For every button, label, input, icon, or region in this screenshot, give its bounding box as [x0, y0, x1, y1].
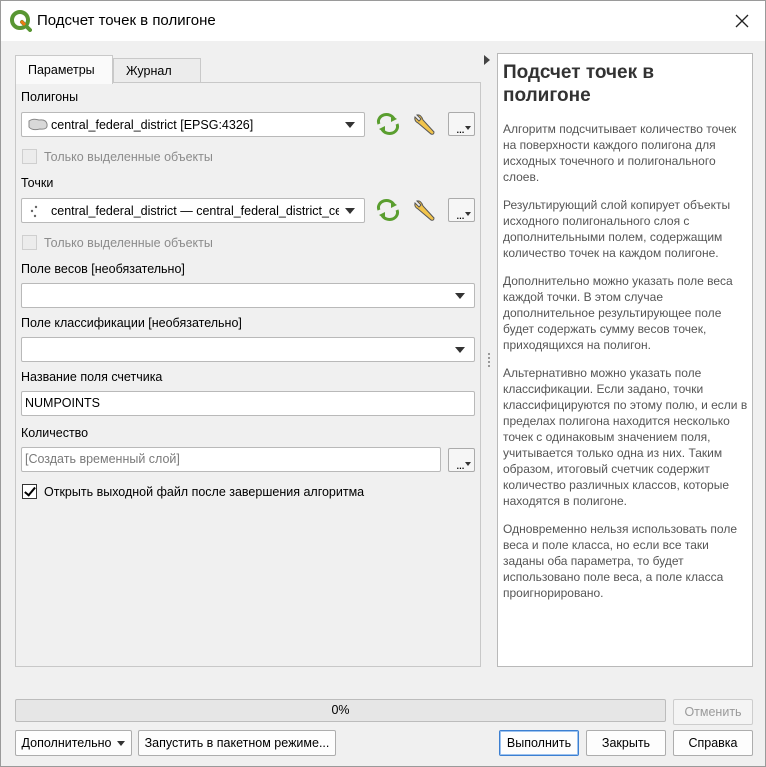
- close-icon: [735, 14, 749, 28]
- output-file-input[interactable]: [Создать временный слой]: [21, 447, 441, 472]
- help-paragraph: Альтернативно можно указать поле классиф…: [503, 366, 748, 508]
- help-button[interactable]: Справка: [673, 730, 753, 756]
- class-field-label: Поле классификации [необязательно]: [21, 316, 242, 330]
- qgis-logo-icon: [10, 10, 32, 32]
- chevron-down-icon: [345, 121, 355, 128]
- help-paragraph: Алгоритм подсчитывает количество точек н…: [503, 122, 737, 184]
- advanced-button-label: Дополнительно: [21, 736, 112, 750]
- open-output-label: Открыть выходной файл после завершения а…: [44, 484, 365, 499]
- points-selected-only-label: Только выделенные объекты: [44, 235, 213, 250]
- point-layer-icon: [30, 205, 38, 217]
- polygons-selected-only-checkbox[interactable]: [22, 149, 37, 164]
- progress-label: 0%: [331, 703, 350, 717]
- polygons-layer-combo[interactable]: central_federal_district [EPSG:4326]: [21, 112, 365, 137]
- chevron-down-icon: [465, 212, 471, 216]
- browse-label: ...: [456, 207, 465, 222]
- iterate-icon[interactable]: [374, 197, 402, 223]
- help-paragraph: Результирующий слой копирует объекты исх…: [503, 198, 731, 260]
- wrench-icon[interactable]: [411, 197, 439, 223]
- polygons-options-button[interactable]: ...: [448, 112, 475, 136]
- title-bar: Подсчет точек в полигоне: [1, 1, 765, 41]
- help-panel: Подсчет точек в полигоне Алгоритм подсчи…: [497, 53, 753, 667]
- count-field-input[interactable]: NUMPOINTS: [21, 391, 475, 416]
- open-output-row: Открыть выходной файл после завершения а…: [22, 484, 364, 499]
- open-output-checkbox[interactable]: [22, 484, 37, 499]
- dialog-window: Подсчет точек в полигоне Параметры Журна…: [0, 0, 766, 767]
- output-browse-button[interactable]: ...: [448, 448, 475, 472]
- browse-label: ...: [456, 121, 465, 136]
- count-field-label: Название поля счетчика: [21, 370, 163, 384]
- chevron-down-icon: [117, 741, 126, 747]
- progress-bar: 0%: [15, 699, 666, 722]
- iterate-icon[interactable]: [374, 111, 402, 137]
- polygons-selected-only-label: Только выделенные объекты: [44, 149, 213, 164]
- points-label: Точки: [21, 176, 54, 190]
- polygon-layer-icon: [28, 118, 48, 130]
- browse-label: ...: [456, 457, 465, 472]
- cancel-button[interactable]: Отменить: [673, 699, 753, 725]
- chevron-down-icon: [465, 126, 471, 130]
- polygons-layer-value: central_federal_district [EPSG:4326]: [51, 117, 254, 132]
- collapse-help-icon[interactable]: [484, 55, 490, 65]
- weight-field-combo[interactable]: [21, 283, 475, 308]
- class-field-combo[interactable]: [21, 337, 475, 362]
- advanced-button[interactable]: Дополнительно: [15, 730, 132, 756]
- chevron-down-icon: [345, 207, 355, 214]
- help-title: Подсчет точек в полигоне: [503, 62, 655, 106]
- polygons-selected-only: Только выделенные объекты: [22, 149, 213, 164]
- output-label: Количество: [21, 426, 89, 440]
- polygons-label: Полигоны: [21, 90, 79, 104]
- batch-process-button[interactable]: Запустить в пакетном режиме...: [138, 730, 336, 756]
- tab-log[interactable]: Журнал: [113, 58, 201, 83]
- help-paragraph: Дополнительно можно указать поле веса ка…: [503, 274, 733, 352]
- help-paragraph: Одновременно нельзя использовать поле ве…: [503, 522, 737, 600]
- splitter-handle[interactable]: [488, 353, 490, 369]
- tab-parameters[interactable]: Параметры: [15, 55, 113, 84]
- chevron-down-icon: [455, 346, 465, 353]
- points-layer-combo[interactable]: central_federal_district — central_feder…: [21, 198, 365, 223]
- parameters-panel: Полигоны central_federal_district [EPSG:…: [15, 82, 481, 667]
- close-button[interactable]: Закрыть: [586, 730, 666, 756]
- run-button[interactable]: Выполнить: [499, 730, 579, 756]
- points-layer-value: central_federal_district — central_feder…: [51, 203, 339, 218]
- weight-field-label: Поле весов [необязательно]: [21, 262, 185, 276]
- points-options-button[interactable]: ...: [448, 198, 475, 222]
- points-selected-only-checkbox[interactable]: [22, 235, 37, 250]
- wrench-icon[interactable]: [411, 111, 439, 137]
- chevron-down-icon: [465, 462, 471, 466]
- chevron-down-icon: [455, 292, 465, 299]
- points-selected-only: Только выделенные объекты: [22, 235, 213, 250]
- close-window-button[interactable]: [719, 1, 765, 41]
- window-title: Подсчет точек в полигоне: [37, 12, 216, 29]
